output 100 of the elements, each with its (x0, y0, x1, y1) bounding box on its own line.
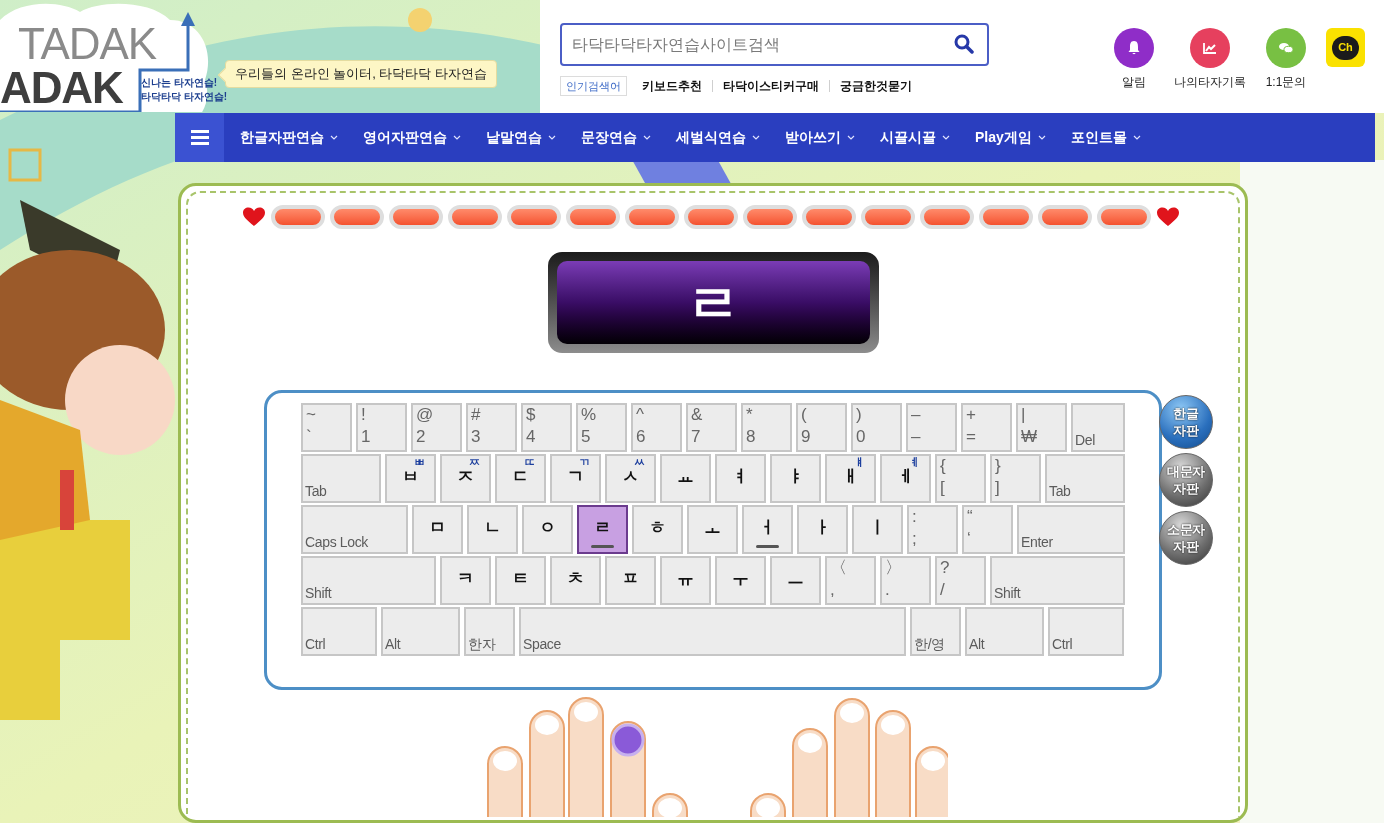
key-character: ㅁ (428, 517, 447, 539)
key-symbol: 2 (416, 427, 426, 447)
logo-text: ADAK (0, 66, 123, 110)
chevron-down-icon (643, 135, 651, 140)
key-character: ㄴ (483, 517, 502, 539)
icon-label[interactable]: 나의타자기록 (1174, 73, 1246, 91)
key-character: ㅈ (456, 466, 475, 488)
shift-character: ㄲ (579, 456, 590, 469)
nav-menu-item[interactable]: 포인트몰 (1070, 127, 1141, 148)
key-label: Tab (1049, 482, 1071, 500)
key-character: ㅏ (813, 517, 832, 539)
layout-button[interactable]: 소문자 자판 (1159, 511, 1213, 565)
key-character: ㅠ (676, 568, 695, 590)
key-symbol: “ (967, 507, 973, 527)
key-symbol: 〈 (830, 558, 847, 578)
key-symbol: – (911, 427, 921, 447)
key-character: ㄹ (593, 517, 612, 539)
key-character: ㅎ (648, 517, 667, 539)
key-symbol: ! (361, 405, 366, 425)
key-character: ㅣ (868, 517, 887, 539)
shift-character: ㅃ (414, 456, 425, 469)
key-symbol: @ (416, 405, 434, 425)
key-character: ㅛ (676, 466, 695, 488)
key-symbol: / (940, 580, 945, 600)
round-icon-button[interactable] (1190, 28, 1230, 68)
key-symbol: ^ (636, 405, 644, 425)
key-symbol: ? (940, 558, 950, 578)
quick-link[interactable]: 키보드추천 (642, 77, 702, 95)
key-symbol: – (911, 405, 921, 425)
key-symbol: $ (526, 405, 536, 425)
key-character: ㅂ (401, 466, 420, 488)
nav-menu-item[interactable]: 세벌식연습 (676, 127, 760, 148)
key-label: Tab (305, 482, 327, 500)
key-symbol: 1 (361, 427, 371, 447)
key-symbol: . (885, 580, 890, 600)
search-field[interactable]: 타닥타닥타자연습사이트검색 (560, 23, 989, 66)
shift-character: ㅉ (469, 456, 480, 469)
key-symbol: & (691, 405, 703, 425)
key-label: Caps Lock (305, 533, 368, 551)
nav-menu-item[interactable]: 낱말연습 (486, 127, 556, 148)
key-character: ㅇ (538, 517, 557, 539)
key-character: ㅌ (511, 568, 530, 590)
nav-menu-item[interactable]: 한글자판연습 (240, 127, 338, 148)
key-symbol: ; (912, 529, 917, 549)
key-label: 한/영 (914, 635, 945, 653)
key-symbol: 4 (526, 427, 536, 447)
key-symbol: : (912, 507, 917, 527)
chevron-down-icon (942, 135, 950, 140)
key-character: ㅊ (566, 568, 585, 590)
key-label: Ctrl (1052, 635, 1073, 653)
key-label: Alt (385, 635, 401, 653)
key-character: ㅐ (841, 467, 860, 488)
nav-menu-item[interactable]: 문장연습 (581, 127, 651, 148)
key-symbol: ‘ (967, 529, 971, 549)
quick-link[interactable]: 타닥이스티커구매 (723, 77, 819, 95)
key-symbol: 5 (581, 427, 591, 447)
logo-tagline: 신나는 타자연습! (141, 78, 218, 88)
nav-menu-item[interactable]: 영어자판연습 (363, 127, 461, 148)
key-symbol: , (830, 580, 835, 600)
chevron-down-icon (548, 135, 556, 140)
key-character: ㅓ (758, 517, 777, 539)
key-label: Del (1075, 431, 1095, 449)
key-symbol: 〉 (885, 558, 902, 578)
key-character: ㅜ (731, 568, 750, 590)
key-character: ㅑ (786, 466, 805, 488)
key-character: ㅋ (456, 568, 475, 590)
key-symbol: { (940, 456, 946, 476)
layout-button[interactable]: 대문자 자판 (1159, 453, 1213, 507)
key-character: ㄱ (566, 466, 585, 488)
quick-link[interactable]: 궁금한것묻기 (840, 77, 912, 95)
icon-label[interactable]: 1:1문의 (1265, 73, 1307, 91)
icon-label[interactable]: 알림 (1122, 73, 1146, 91)
key-symbol: 9 (801, 427, 811, 447)
layout-button[interactable]: 한글 자판 (1159, 395, 1213, 449)
key-symbol: # (471, 405, 481, 425)
chevron-down-icon (752, 135, 760, 140)
key-character: ㅅ (621, 466, 640, 488)
key-label: Shift (994, 584, 1021, 602)
key-label: Ctrl (305, 635, 326, 653)
heart-icon (1156, 207, 1180, 227)
channel-button[interactable]: Ch (1326, 28, 1365, 67)
chevron-down-icon (847, 135, 855, 140)
nav-menu-item[interactable]: Play게임 (975, 127, 1046, 148)
shift-character: ㄸ (524, 456, 535, 469)
key-symbol: | (1021, 405, 1026, 425)
key-label: 한자 (468, 635, 496, 653)
nav-menu-item[interactable]: 시끌시끌 (880, 127, 950, 148)
key-label: Shift (305, 584, 332, 602)
round-icon-button[interactable] (1114, 28, 1154, 68)
chevron-down-icon (330, 135, 338, 140)
key-character: ㄷ (511, 466, 530, 488)
key-symbol: 8 (746, 427, 756, 447)
key-symbol: ] (995, 478, 1000, 498)
search-icon[interactable] (954, 34, 974, 54)
key-label: Enter (1021, 533, 1053, 551)
key-label: Space (523, 635, 561, 653)
chevron-down-icon (1037, 135, 1046, 140)
menu-button[interactable] (175, 113, 224, 162)
popular-search-tag: 인기검색어 (560, 76, 627, 96)
nav-menu-item[interactable]: 받아쓰기 (785, 127, 855, 148)
